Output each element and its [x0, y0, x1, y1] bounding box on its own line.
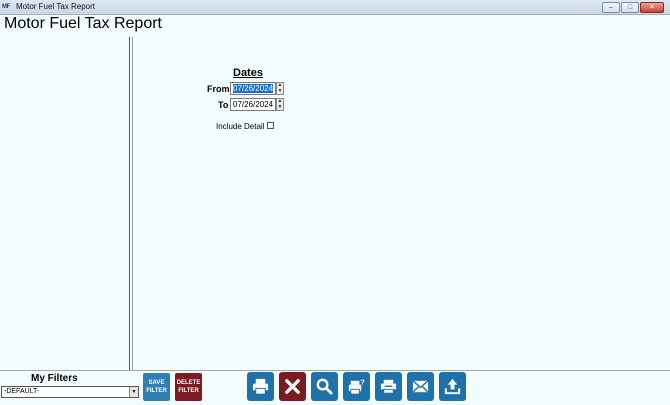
printer-icon	[380, 379, 397, 394]
cancel-icon	[285, 379, 300, 394]
client-area: Motor Fuel Tax Report Dates From 07/26/2…	[0, 15, 670, 405]
spin-down-icon[interactable]: ▼	[277, 88, 283, 95]
filter-select[interactable]: -DEFAULT- ▼	[1, 386, 139, 398]
from-date-spinner[interactable]: ▲ ▼	[276, 82, 284, 95]
search-button[interactable]	[311, 372, 338, 401]
chevron-down-icon[interactable]: ▼	[129, 387, 138, 397]
printer-button[interactable]	[375, 372, 402, 401]
left-panel	[0, 37, 130, 370]
delete-filter-button[interactable]: DELETE FILTER	[175, 373, 202, 401]
window-controls: – □ ✕	[602, 2, 664, 13]
to-date-spinner[interactable]: ▲ ▼	[276, 98, 284, 111]
to-date-field[interactable]: 07/26/2024	[230, 98, 276, 111]
maximize-button[interactable]: □	[621, 2, 639, 13]
title-bar: MF Motor Fuel Tax Report – □ ✕	[0, 0, 670, 15]
to-label: To	[218, 100, 229, 110]
export-button[interactable]	[439, 372, 466, 401]
spin-down-icon[interactable]: ▼	[277, 104, 283, 111]
from-label: From	[207, 84, 230, 94]
print-icon	[252, 378, 269, 395]
close-button[interactable]: ✕	[640, 2, 664, 13]
include-detail-label: Include Detail	[216, 122, 265, 131]
dates-heading: Dates	[233, 67, 263, 79]
export-icon	[444, 378, 461, 395]
window-title: Motor Fuel Tax Report	[16, 2, 95, 11]
svg-text:?: ?	[360, 378, 365, 387]
print-preview-icon: ?	[348, 378, 365, 395]
include-detail-checkbox[interactable]	[267, 122, 274, 129]
search-icon	[316, 378, 333, 395]
page-title: Motor Fuel Tax Report	[4, 15, 162, 32]
cancel-button[interactable]	[279, 372, 306, 401]
save-filter-button[interactable]: SAVE FILTER	[143, 373, 170, 401]
bottom-toolbar: My Filters -DEFAULT- ▼ SAVE FILTER DELET…	[0, 370, 670, 405]
app-icon: MF	[2, 4, 10, 10]
print-preview-button[interactable]: ?	[343, 372, 370, 401]
email-icon	[412, 380, 429, 393]
from-date-field[interactable]: 07/26/2024	[230, 82, 276, 95]
my-filters-label: My Filters	[31, 373, 78, 384]
email-button[interactable]	[407, 372, 434, 401]
print-button[interactable]	[247, 372, 274, 401]
minimize-button[interactable]: –	[602, 2, 620, 13]
